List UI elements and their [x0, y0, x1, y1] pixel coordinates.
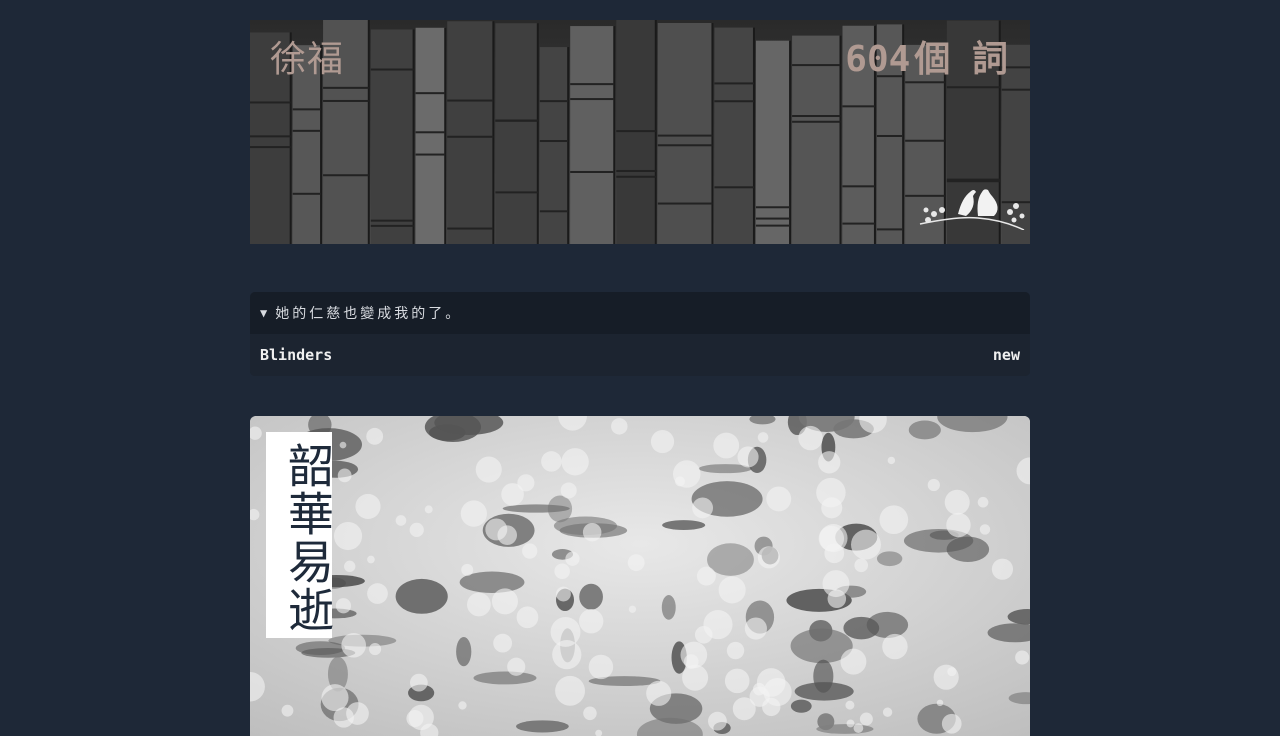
- two-birds-on-branch-icon: [919, 189, 1025, 230]
- entry-link[interactable]: Blinders: [260, 346, 332, 364]
- entry-card: ▼ 她的仁慈也變成我的了。 Blinders new: [250, 292, 1030, 376]
- word-count: 604 個 詞: [841, 30, 1008, 82]
- feature-image-card[interactable]: 韶華易逝: [250, 416, 1030, 736]
- disclosure-triangle-icon[interactable]: ▼: [260, 306, 267, 320]
- site-title[interactable]: 徐福: [270, 30, 344, 82]
- header-banner: 徐福 604 個 詞: [250, 20, 1030, 244]
- new-badge: new: [992, 346, 1020, 364]
- word-count-number: 604: [845, 39, 911, 80]
- vertical-title[interactable]: 韶華易逝: [266, 432, 335, 638]
- entry-summary-text: 她的仁慈也變成我的了。: [275, 306, 463, 322]
- entry-summary-toggle[interactable]: ▼ 她的仁慈也變成我的了。: [250, 292, 1030, 334]
- word-count-suffix: 個 詞: [914, 39, 1008, 80]
- page-container: 徐福 604 個 詞 ▼ 她的仁慈也變成我的了。 Blinders new 韶華…: [250, 20, 1030, 736]
- entry-row: Blinders new: [250, 334, 1030, 376]
- sea-foam-image: [250, 416, 1030, 736]
